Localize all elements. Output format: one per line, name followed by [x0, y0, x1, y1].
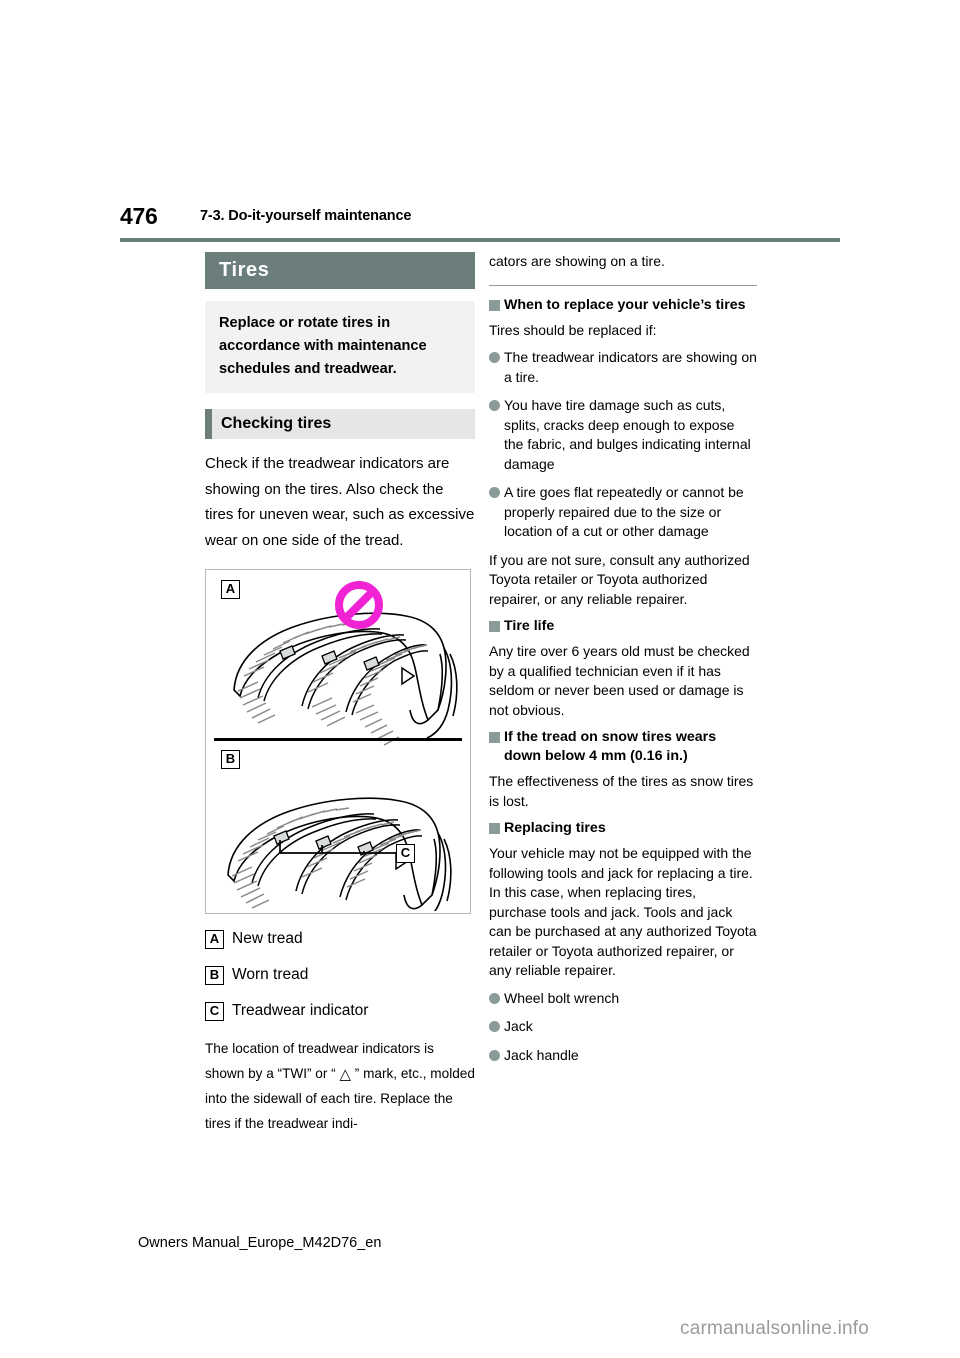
treadwear-location-paragraph: The location of treadwear indicators is … — [205, 1036, 475, 1136]
list-item: Jack — [489, 1017, 757, 1037]
heading-when-to-replace: When to replace your vehicle’s tires — [489, 296, 757, 315]
right-column: cators are showing on a tire. When to re… — [489, 252, 757, 1074]
square-bullet-icon — [489, 299, 500, 311]
page-header: 476 7-3. Do-it-yourself maintenance — [120, 203, 840, 237]
illustration-divider — [214, 738, 462, 741]
replacing-tires-body: Your vehicle may not be equipped with th… — [489, 845, 757, 978]
list-item: Jack handle — [489, 1046, 757, 1066]
list-item-label: You have tire damage such as cuts, split… — [504, 397, 751, 472]
intro-paragraph: Check if the treadwear indicators are sh… — [205, 455, 475, 549]
legend-item: B Worn tread — [205, 964, 475, 986]
when-to-replace-outro: If you are not sure, consult any authori… — [489, 551, 750, 607]
header-divider — [120, 238, 840, 242]
heading-label: Tire life — [504, 618, 555, 634]
left-column: Tires Replace or rotate tires in accorda… — [205, 252, 475, 1136]
square-bullet-icon — [489, 823, 500, 834]
list-item: The treadwear indicators are showing on … — [489, 348, 757, 387]
list-item: Wheel bolt wrench — [489, 989, 757, 1009]
tire-illustration: A B C — [205, 569, 471, 914]
manual-page: 476 7-3. Do-it-yourself maintenance Tire… — [0, 0, 960, 1358]
list-item-label: A tire goes flat repeatedly or cannot be… — [504, 484, 744, 539]
panel-tag-b: B — [221, 750, 240, 769]
continued-text: cators are showing on a tire. — [489, 253, 665, 269]
heading-label: Replacing tires — [504, 820, 606, 836]
legend-item: A New tread — [205, 928, 475, 950]
site-watermark: carmanualsonline.info — [680, 1318, 870, 1339]
round-bullet-icon — [489, 1049, 500, 1061]
list-item: A tire goes flat repeatedly or cannot be… — [489, 483, 757, 542]
list-item-label: Jack — [504, 1018, 533, 1034]
list-item-label: The treadwear indicators are showing on … — [504, 349, 757, 385]
round-bullet-icon — [489, 1021, 500, 1032]
heading-replacing-tires: Replacing tires — [489, 819, 757, 838]
tires-banner-label: Tires — [219, 259, 270, 281]
legend-label-a: New tread — [232, 930, 303, 947]
checking-tires-banner: Checking tires — [205, 409, 475, 439]
tires-banner: Tires — [205, 252, 475, 289]
list-item: You have tire damage such as cuts, split… — [489, 396, 757, 474]
replacing-tires-bullets: Wheel bolt wrench Jack Jack handle — [489, 989, 757, 1066]
square-bullet-icon — [489, 621, 500, 632]
legend-tag-c: C — [205, 1002, 224, 1021]
heading-label: When to replace your vehicle’s tires — [504, 296, 746, 313]
heading-label: If the tread on snow tires wears down be… — [504, 729, 717, 764]
checking-tires-label: Checking tires — [221, 415, 332, 432]
when-to-replace-bullets: The treadwear indicators are showing on … — [489, 348, 757, 542]
callout-box: Replace or rotate tires in accordance wi… — [205, 301, 475, 393]
round-bullet-icon — [489, 487, 500, 498]
illustration-legend: A New tread B Worn tread C Treadwear ind… — [205, 928, 475, 1022]
legend-tag-b: B — [205, 966, 224, 985]
legend-tag-a: A — [205, 930, 224, 949]
panel-tag-a: A — [221, 580, 240, 599]
legend-item: C Treadwear indicator — [205, 1000, 475, 1022]
list-item-label: Jack handle — [504, 1046, 579, 1063]
list-item-label: Wheel bolt wrench — [504, 989, 620, 1006]
callout-text: Replace or rotate tires in accordance wi… — [219, 315, 427, 377]
round-bullet-icon — [489, 992, 500, 1004]
right-column-divider — [489, 284, 757, 286]
square-bullet-icon — [489, 732, 500, 743]
legend-label-c: Treadwear indicator — [232, 1002, 369, 1019]
legend-label-b: Worn tread — [232, 966, 309, 983]
round-bullet-icon — [489, 352, 500, 363]
round-bullet-icon — [489, 400, 500, 411]
tire-life-body: Any tire over 6 years old must be checke… — [489, 643, 750, 718]
section-title: 7-3. Do-it-yourself maintenance — [200, 208, 412, 224]
when-to-replace-intro: Tires should be replaced if: — [489, 321, 657, 338]
heading-snow-tire-tread: If the tread on snow tires wears down be… — [489, 728, 757, 766]
footer-file-label: Owners Manual_Europe_M42D76_en — [138, 1235, 382, 1251]
page-number: 476 — [120, 203, 158, 229]
panel-tag-c: C — [396, 844, 415, 863]
heading-tire-life: Tire life — [489, 617, 757, 636]
no-entry-icon — [335, 581, 383, 629]
snow-tire-body: The effectiveness of the tires as snow t… — [489, 773, 754, 809]
triangle-icon: △ — [339, 1066, 351, 1083]
